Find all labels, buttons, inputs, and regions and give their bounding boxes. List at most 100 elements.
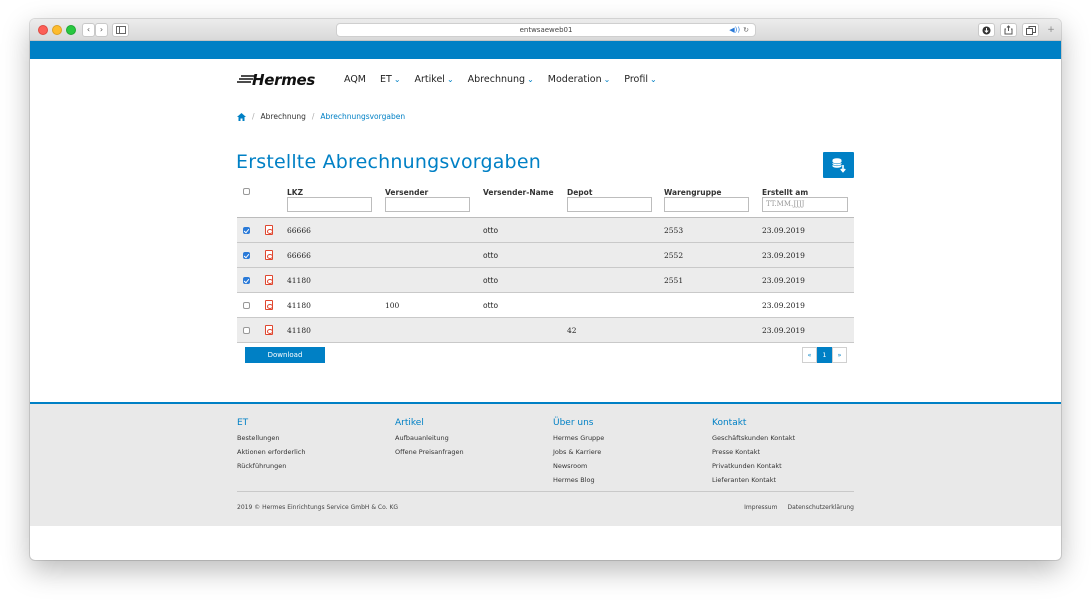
cell-name: otto — [483, 301, 499, 310]
footer-link[interactable]: Jobs & Karriere — [553, 445, 604, 459]
legal-links: Impressum Datenschutzerklärung — [744, 504, 854, 511]
new-tab-icon[interactable]: + — [1044, 23, 1058, 37]
zoom-window-button[interactable] — [66, 25, 76, 35]
tabs-overview-icon[interactable] — [1022, 23, 1039, 37]
depot-filter-input[interactable] — [567, 197, 652, 212]
cell-erstellt: 23.09.2019 — [762, 276, 805, 285]
pdf-icon[interactable] — [265, 275, 273, 285]
main-navigation: AQM ET ⌄ Artikel ⌄ Abrechnung ⌄ Moderation ⌄ Prof… — [344, 74, 657, 85]
footer-link[interactable]: Newsroom — [553, 459, 604, 473]
back-button[interactable]: ‹ — [82, 23, 95, 37]
cell-lkz: 41180 — [287, 276, 311, 285]
pagination-page-current[interactable]: 1 — [817, 347, 832, 363]
column-header-versender[interactable]: Versender — [385, 188, 428, 197]
column-header-warengruppe[interactable]: Warengruppe — [664, 188, 721, 197]
column-header-erstellt-am[interactable]: Erstellt am — [762, 188, 808, 197]
column-header-lkz[interactable]: LKZ — [287, 188, 303, 197]
nav-item-moderation[interactable]: Moderation ⌄ — [548, 74, 611, 85]
pagination-prev[interactable]: « — [802, 347, 817, 363]
nav-item-label: Profil — [624, 74, 648, 85]
table-header: LKZ Versender Versender-Name Depot Waren… — [237, 185, 854, 218]
chevron-down-icon: ⌄ — [393, 75, 401, 84]
forward-button[interactable]: › — [95, 23, 108, 37]
browser-toolbar: ‹ › entwsaeweb01 ◀)) ↻ + — [30, 19, 1061, 41]
cell-warengruppe: 2553 — [664, 226, 684, 235]
minimize-window-button[interactable] — [52, 25, 62, 35]
footer-link[interactable]: Geschäftskunden Kontakt — [712, 431, 795, 445]
cell-warengruppe: 2551 — [664, 276, 684, 285]
table-row[interactable]: 66666 otto 2552 23.09.2019 — [237, 243, 854, 268]
footer-link[interactable]: Aufbauanleitung — [395, 431, 464, 445]
row-checkbox[interactable] — [243, 227, 250, 234]
warengruppe-filter-input[interactable] — [664, 197, 749, 212]
reload-icon[interactable]: ↻ — [743, 26, 749, 34]
hermes-logo[interactable]: Hermes — [237, 71, 315, 89]
table-row[interactable]: 41180 100 otto 23.09.2019 — [237, 293, 854, 318]
sidebar-toggle-icon[interactable] — [112, 23, 129, 37]
column-header-versender-name[interactable]: Versender-Name — [483, 188, 554, 197]
row-checkbox[interactable] — [243, 252, 250, 259]
pdf-icon[interactable] — [265, 250, 273, 260]
datenschutz-link[interactable]: Datenschutzerklärung — [787, 504, 854, 511]
download-button[interactable]: Download — [245, 347, 325, 363]
footer-column: Über uns Hermes Gruppe Jobs & Karriere News… — [553, 418, 604, 487]
pdf-icon[interactable] — [265, 325, 273, 335]
breadcrumb: / Abrechnung / Abrechnungsvorgaben — [237, 112, 405, 121]
table-body: 66666 otto 2553 23.09.2019 66666 otto 2552 23.0… — [237, 218, 854, 343]
row-checkbox[interactable] — [243, 327, 250, 334]
footer-column: Artikel Aufbauanleitung Offene Preisanfrag… — [395, 418, 464, 459]
footer-link[interactable]: Aktionen erforderlich — [237, 445, 305, 459]
chevron-down-icon: ⌄ — [527, 75, 534, 84]
address-bar[interactable]: entwsaeweb01 ◀)) ↻ — [336, 23, 756, 37]
row-checkbox[interactable] — [243, 277, 250, 284]
address-text: entwsaeweb01 — [519, 26, 573, 34]
footer-link[interactable]: Offene Preisanfragen — [395, 445, 464, 459]
audio-icon[interactable]: ◀)) — [729, 26, 740, 34]
footer: ET Bestellungen Aktionen erforderlich Rückf… — [30, 402, 1061, 526]
table-row[interactable]: 66666 otto 2553 23.09.2019 — [237, 218, 854, 243]
nav-item-label: AQM — [344, 74, 367, 85]
versender-filter-input[interactable] — [385, 197, 470, 212]
footer-link[interactable]: Privatkunden Kontakt — [712, 459, 795, 473]
row-checkbox[interactable] — [243, 302, 250, 309]
close-window-button[interactable] — [38, 25, 48, 35]
nav-item-profil[interactable]: Profil ⌄ — [624, 74, 656, 85]
footer-link[interactable]: Hermes Blog — [553, 473, 604, 487]
cell-erstellt: 23.09.2019 — [762, 326, 805, 335]
copyright-text: 2019 © Hermes Einrichtungs Service GmbH … — [237, 504, 399, 511]
footer-column: ET Bestellungen Aktionen erforderlich Rückf… — [237, 418, 305, 473]
footer-column-title[interactable]: Kontakt — [712, 418, 795, 428]
footer-column-title[interactable]: ET — [237, 418, 305, 428]
cell-lkz: 41180 — [287, 326, 311, 335]
export-button[interactable] — [823, 152, 854, 178]
home-icon[interactable] — [237, 112, 246, 121]
pagination-next[interactable]: » — [832, 347, 847, 363]
select-all-checkbox[interactable] — [243, 188, 250, 195]
breadcrumb-item-abrechnung[interactable]: Abrechnung — [261, 112, 306, 121]
impressum-link[interactable]: Impressum — [744, 504, 777, 511]
pagination: « 1 » — [802, 347, 847, 363]
download-manager-icon[interactable] — [978, 23, 995, 37]
footer-column-title[interactable]: Artikel — [395, 418, 464, 428]
nav-item-label: Artikel — [414, 74, 445, 85]
table-row[interactable]: 41180 otto 2551 23.09.2019 — [237, 268, 854, 293]
nav-item-label: Moderation — [547, 74, 602, 85]
nav-item-abrechnung[interactable]: Abrechnung ⌄ — [468, 74, 534, 85]
footer-link[interactable]: Presse Kontakt — [712, 445, 795, 459]
pdf-icon[interactable] — [265, 225, 273, 235]
nav-item-aqm[interactable]: AQM — [344, 74, 366, 85]
footer-link[interactable]: Bestellungen — [237, 431, 305, 445]
share-icon[interactable] — [1000, 23, 1017, 37]
table-row[interactable]: 41180 42 23.09.2019 — [237, 318, 854, 343]
footer-link[interactable]: Rückführungen — [237, 459, 305, 473]
pdf-icon[interactable] — [265, 300, 273, 310]
cell-erstellt: 23.09.2019 — [762, 251, 805, 260]
lkz-filter-input[interactable] — [287, 197, 372, 212]
footer-link[interactable]: Hermes Gruppe — [553, 431, 604, 445]
nav-item-artikel[interactable]: Artikel ⌄ — [415, 74, 454, 85]
column-header-depot[interactable]: Depot — [567, 188, 592, 197]
footer-link[interactable]: Lieferanten Kontakt — [712, 473, 795, 487]
erstellt-am-filter-input[interactable]: TT.MM.JJJJ — [762, 197, 848, 212]
nav-item-et[interactable]: ET ⌄ — [380, 74, 401, 85]
footer-column-title[interactable]: Über uns — [553, 418, 604, 428]
